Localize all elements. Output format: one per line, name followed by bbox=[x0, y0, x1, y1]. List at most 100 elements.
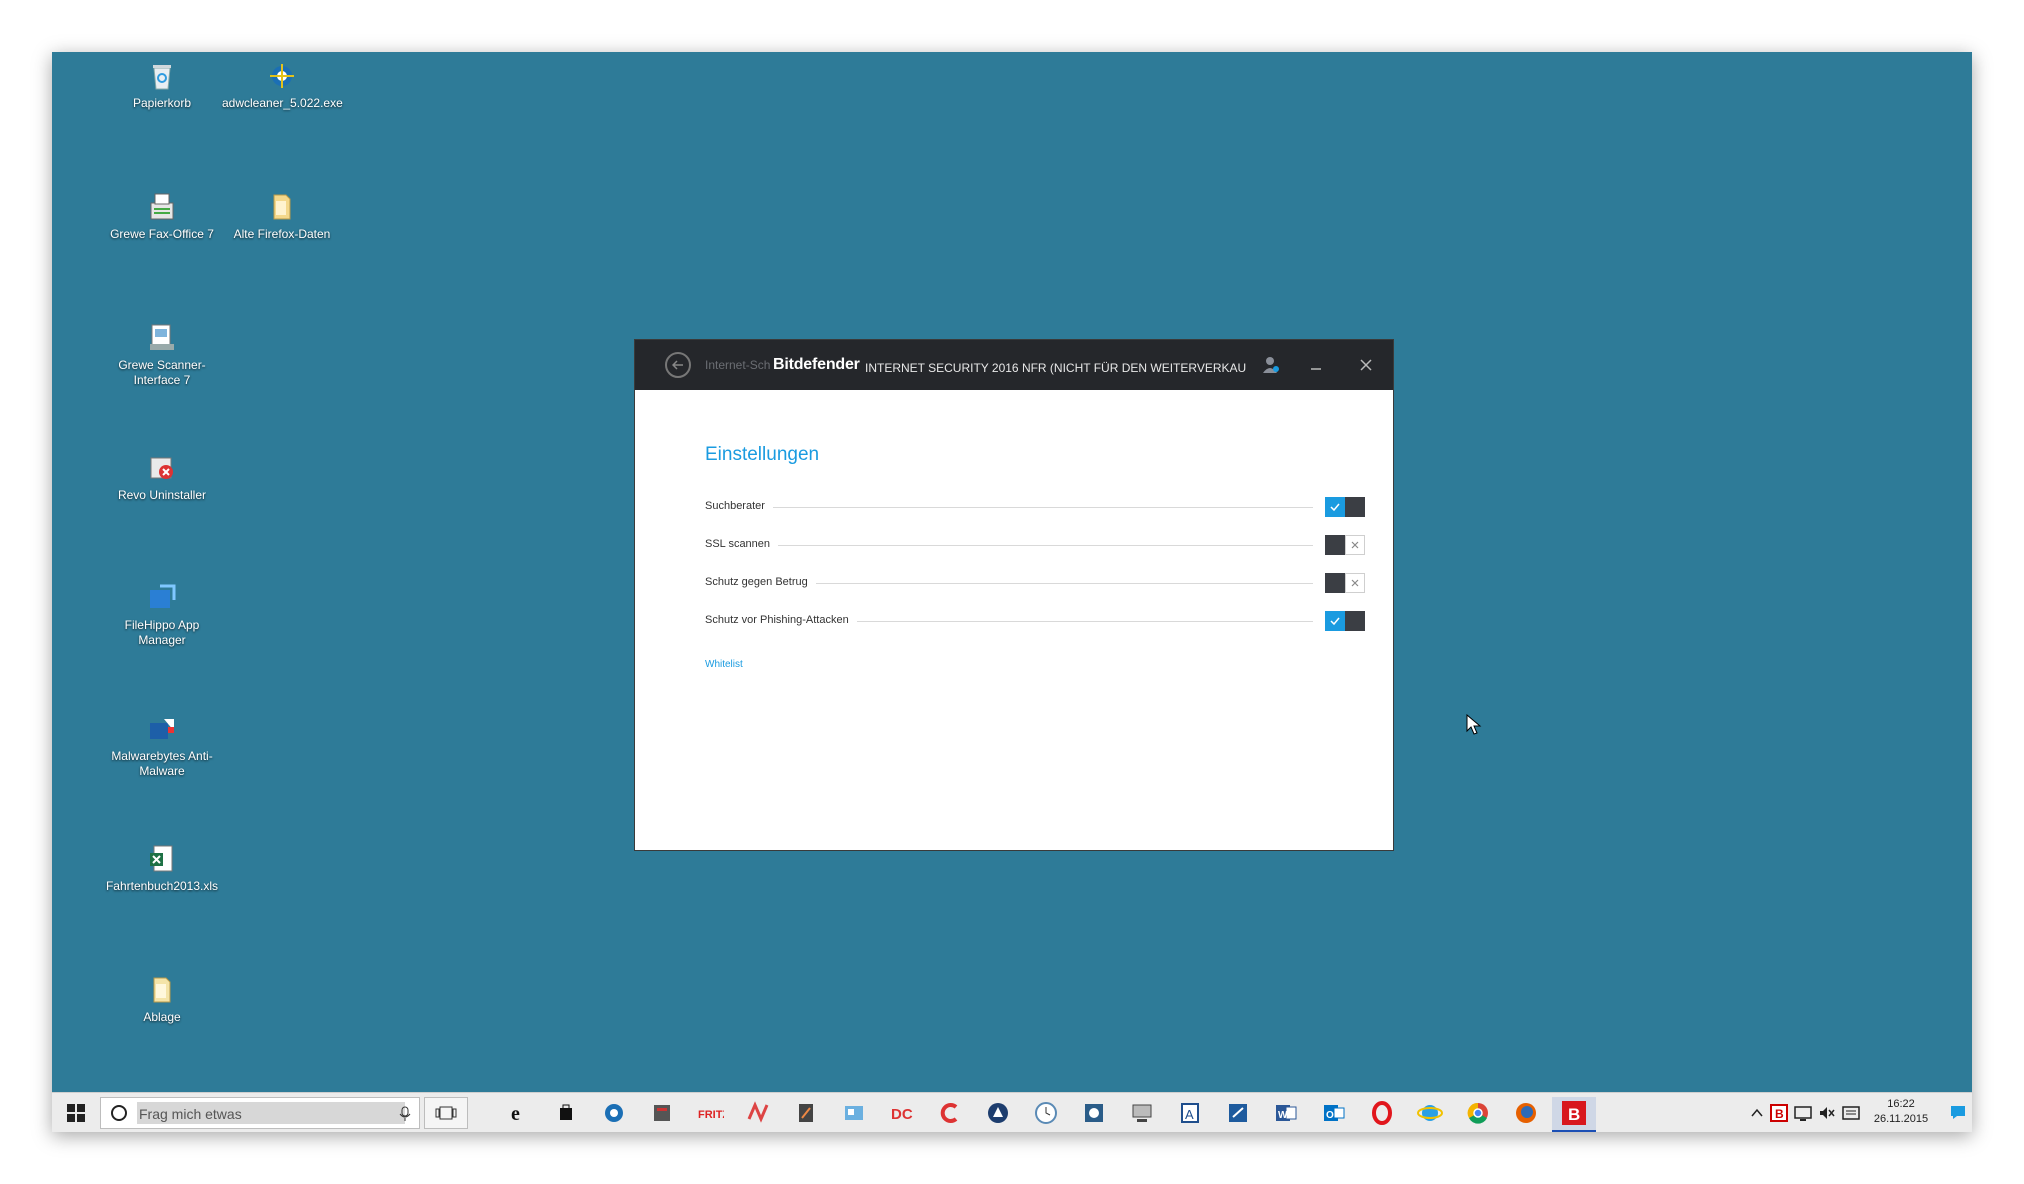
toggle-on-segment bbox=[1325, 611, 1345, 631]
store-icon[interactable] bbox=[552, 1099, 580, 1127]
desktop-icon-label: adwcleaner_5.022.exe bbox=[222, 96, 343, 110]
display-tray-icon[interactable] bbox=[1794, 1104, 1812, 1122]
phishing-toggle[interactable] bbox=[1325, 611, 1365, 631]
network-icon[interactable] bbox=[1224, 1099, 1252, 1127]
row-divider bbox=[705, 507, 1313, 508]
desktop-icon-scanner[interactable]: Grewe Scanner-Interface 7 bbox=[102, 322, 222, 388]
malwarebytes-icon bbox=[150, 719, 174, 739]
svg-text:W: W bbox=[1278, 1110, 1288, 1121]
outlook-icon[interactable]: O bbox=[1320, 1099, 1348, 1127]
svg-text:e: e bbox=[511, 1103, 520, 1125]
chrome-icon[interactable] bbox=[1464, 1099, 1492, 1127]
close-icon[interactable] bbox=[1357, 356, 1375, 374]
desktop-icon-fax-office[interactable]: Grewe Fax-Office 7 bbox=[102, 191, 222, 242]
desktop-icon-filehippo[interactable]: FileHippo App Manager bbox=[102, 582, 222, 648]
word-icon[interactable]: W bbox=[1272, 1099, 1300, 1127]
folder-icon bbox=[273, 194, 291, 220]
monitor-icon[interactable] bbox=[1128, 1099, 1156, 1127]
bitdefender-window: Internet-Sch Bitdefender INTERNET SECURI… bbox=[634, 339, 1394, 851]
bitdefender-icon: B bbox=[1562, 1101, 1586, 1125]
recycle-bin-icon bbox=[153, 65, 171, 90]
breadcrumb[interactable]: Internet-Sch bbox=[705, 358, 770, 372]
desktop-icon-revo[interactable]: Revo Uninstaller bbox=[102, 452, 222, 503]
svg-text:B: B bbox=[1775, 1107, 1784, 1121]
desktop-icon-label: Ablage bbox=[143, 1010, 181, 1024]
toggle-off-segment bbox=[1345, 535, 1365, 555]
setting-label: SSL scannen bbox=[705, 538, 779, 550]
firefox-icon[interactable] bbox=[1512, 1099, 1540, 1127]
desktop-icon-label: Grewe Scanner-Interface 7 bbox=[118, 358, 206, 387]
desktop-icon-label: Alte Firefox-Daten bbox=[233, 227, 331, 241]
desktop-icon-ablage[interactable]: Ablage bbox=[102, 974, 222, 1025]
task-view-icon bbox=[435, 1106, 457, 1120]
clock-date: 26.11.2015 bbox=[1873, 1113, 1929, 1125]
desktop-icon-firefox-data[interactable]: Alte Firefox-Daten bbox=[222, 191, 342, 242]
settings-icon[interactable] bbox=[600, 1099, 628, 1127]
svg-text:A: A bbox=[1185, 1107, 1194, 1122]
notification-center-icon[interactable] bbox=[1950, 1105, 1966, 1119]
cortana-icon bbox=[111, 1105, 127, 1121]
opera-icon[interactable] bbox=[1368, 1099, 1396, 1127]
desktop-icon-label: Papierkorb bbox=[132, 96, 192, 110]
desktop-icon-malwarebytes[interactable]: Malwarebytes Anti-Malware bbox=[102, 713, 222, 779]
editor-icon[interactable] bbox=[792, 1099, 820, 1127]
start-button[interactable] bbox=[52, 1093, 100, 1132]
bitdefender-tray-icon[interactable]: B bbox=[1770, 1104, 1788, 1122]
row-divider bbox=[705, 545, 1313, 546]
toggle-off-segment bbox=[1345, 611, 1365, 631]
setting-row-phishing: Schutz vor Phishing-Attacken bbox=[705, 610, 1365, 632]
desktop-icon-label: Revo Uninstaller bbox=[117, 488, 207, 502]
desktop-icon-label: Grewe Fax-Office 7 bbox=[110, 227, 214, 241]
window-titlebar: Internet-Sch Bitdefender INTERNET SECURI… bbox=[635, 340, 1393, 390]
user-account-icon[interactable] bbox=[1262, 356, 1280, 374]
ie-icon[interactable] bbox=[1416, 1099, 1444, 1127]
task-view-button[interactable] bbox=[424, 1097, 468, 1129]
taskbar-clock[interactable]: 16:22 26.11.2015 bbox=[1866, 1097, 1936, 1127]
control-panel-icon[interactable] bbox=[840, 1099, 868, 1127]
chevron-up-icon[interactable] bbox=[1750, 1107, 1764, 1119]
clock-time: 16:22 bbox=[1887, 1098, 1915, 1110]
ssl-scannen-toggle[interactable] bbox=[1325, 535, 1365, 555]
taskbar: Frag mich etwas e FRITZ DC A bbox=[52, 1092, 1972, 1132]
camera-icon[interactable] bbox=[1080, 1099, 1108, 1127]
setting-label: Suchberater bbox=[705, 500, 773, 512]
page-title: Einstellungen bbox=[705, 444, 820, 465]
back-button[interactable] bbox=[665, 352, 691, 378]
scanner-icon bbox=[150, 324, 174, 350]
word-a-icon[interactable]: A bbox=[1176, 1099, 1204, 1127]
mouse-cursor-icon bbox=[1466, 714, 1482, 735]
paint-icon[interactable] bbox=[744, 1099, 772, 1127]
keyboard-tray-icon[interactable] bbox=[1842, 1104, 1860, 1122]
setting-row-suchberater: Suchberater bbox=[705, 496, 1365, 518]
fax-office-icon bbox=[150, 193, 174, 220]
search-box[interactable]: Frag mich etwas bbox=[100, 1097, 420, 1129]
brand-logo: Bitdefender bbox=[773, 356, 860, 373]
dc-icon[interactable]: DC bbox=[888, 1099, 916, 1127]
minimize-icon[interactable] bbox=[1307, 356, 1325, 374]
desktop-icon-adwcleaner[interactable]: adwcleaner_5.022.exe bbox=[222, 60, 343, 111]
excel-file-icon bbox=[150, 845, 173, 872]
fritz-icon[interactable]: FRITZ bbox=[696, 1099, 724, 1127]
clock-app-icon[interactable] bbox=[1032, 1099, 1060, 1127]
ccleaner-icon[interactable] bbox=[936, 1099, 964, 1127]
toolbox-icon[interactable] bbox=[648, 1099, 676, 1127]
desktop-icon-label: Malwarebytes Anti-Malware bbox=[111, 749, 213, 778]
adwcleaner-icon bbox=[270, 64, 294, 88]
suchberater-toggle[interactable] bbox=[1325, 497, 1365, 517]
toggle-off-segment bbox=[1345, 497, 1365, 517]
setting-label: Schutz gegen Betrug bbox=[705, 576, 816, 588]
edge-icon[interactable]: e bbox=[504, 1099, 532, 1127]
desktop-icon-recycle-bin[interactable]: Papierkorb bbox=[102, 60, 222, 111]
microphone-icon[interactable] bbox=[399, 1106, 411, 1122]
bitdefender-taskbar-button[interactable]: B bbox=[1552, 1097, 1596, 1132]
desktop-icon-fahrtenbuch[interactable]: Fahrtenbuch2013.xls bbox=[102, 843, 222, 894]
checkmark-icon bbox=[1330, 617, 1340, 626]
speaker-muted-icon[interactable] bbox=[1818, 1104, 1836, 1122]
svg-text:DC: DC bbox=[891, 1106, 913, 1123]
windows-logo-icon bbox=[67, 1104, 85, 1122]
product-name: INTERNET SECURITY 2016 NFR (NICHT FÜR DE… bbox=[865, 361, 1247, 375]
betrug-toggle[interactable] bbox=[1325, 573, 1365, 593]
app-icon[interactable] bbox=[984, 1099, 1012, 1127]
whitelist-link[interactable]: Whitelist bbox=[705, 659, 743, 670]
revo-uninstaller-icon bbox=[150, 457, 173, 479]
